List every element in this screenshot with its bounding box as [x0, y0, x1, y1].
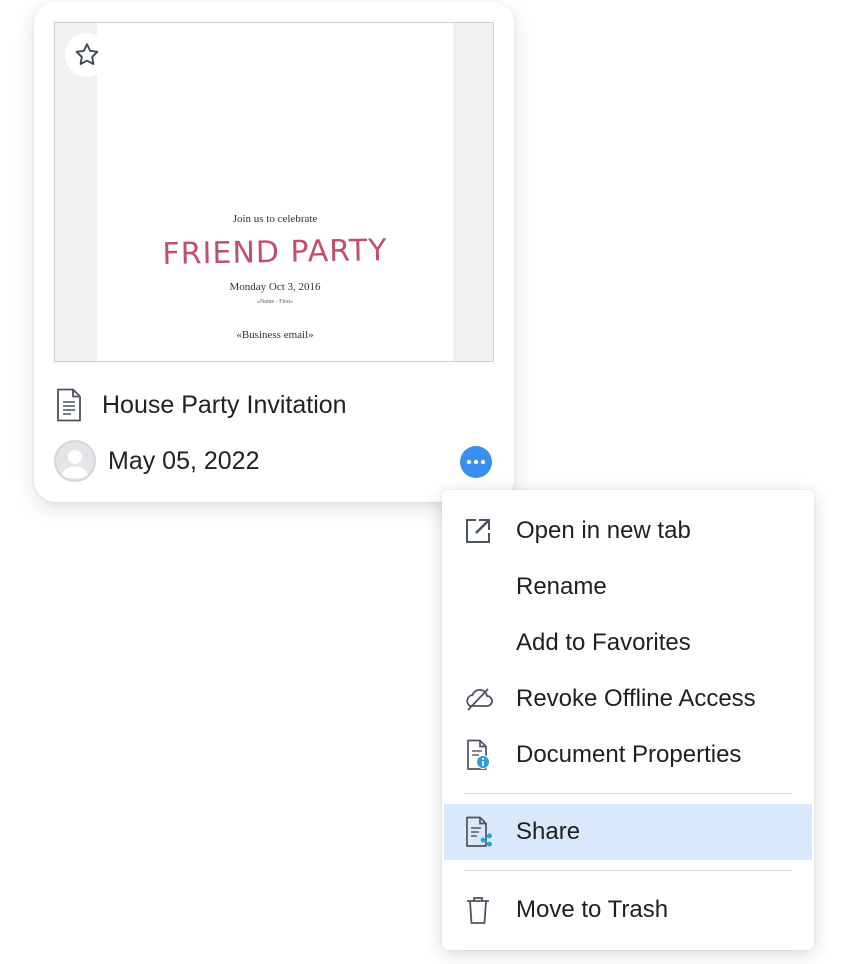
menu-divider	[464, 793, 792, 794]
modified-date: May 05, 2022	[108, 446, 260, 475]
context-menu: Open in new tab Rename Add to Favorites …	[442, 490, 814, 950]
avatar	[54, 440, 96, 482]
document-thumbnail[interactable]: Join us to celebrate FRIEND PARTY Monday…	[54, 22, 494, 362]
trash-icon	[462, 894, 494, 926]
menu-item-label: Add to Favorites	[516, 629, 691, 656]
menu-item-label: Document Properties	[516, 741, 742, 768]
document-icon	[57, 388, 81, 422]
invitation-name-field: «Name - First»	[256, 299, 294, 305]
menu-divider	[464, 870, 792, 871]
more-horizontal-icon	[466, 459, 486, 465]
document-title[interactable]: House Party Invitation	[102, 391, 347, 420]
cloud-off-icon	[462, 683, 494, 715]
menu-item-label: Open in new tab	[516, 517, 691, 544]
invitation-date-text: Monday Oct 3, 2016	[229, 281, 321, 293]
document-share-icon	[462, 816, 494, 848]
thumbnail-page: Join us to celebrate FRIEND PARTY Monday…	[97, 23, 453, 361]
document-meta-row: May 05, 2022	[54, 438, 492, 484]
menu-item-add-to-favorites[interactable]: Add to Favorites	[444, 615, 812, 671]
open-external-icon	[462, 515, 494, 547]
menu-item-label: Share	[516, 818, 581, 845]
document-info-icon	[462, 739, 494, 771]
star-outline-icon	[75, 43, 99, 66]
invitation-title-text: FRIEND PARTY	[162, 233, 388, 272]
menu-item-open-in-new-tab[interactable]: Open in new tab	[444, 503, 812, 559]
document-title-row: House Party Invitation	[54, 388, 347, 422]
menu-item-document-properties[interactable]: Document Properties	[444, 727, 812, 783]
document-card[interactable]: Join us to celebrate FRIEND PARTY Monday…	[34, 2, 514, 502]
menu-item-revoke-offline-access[interactable]: Revoke Offline Access	[444, 671, 812, 727]
menu-item-move-to-trash[interactable]: Move to Trash	[444, 882, 812, 938]
menu-item-label: Rename	[516, 573, 607, 600]
user-avatar-icon	[61, 450, 89, 478]
menu-item-label: Move to Trash	[516, 896, 669, 923]
menu-item-share[interactable]: Share	[444, 804, 812, 860]
more-options-button[interactable]	[460, 446, 492, 478]
favorite-button[interactable]	[65, 33, 109, 77]
invitation-intro-text: Join us to celebrate	[232, 213, 318, 225]
invitation-email-field: «Business email»	[236, 329, 314, 341]
menu-item-label: Revoke Offline Access	[516, 685, 756, 712]
menu-item-rename[interactable]: Rename	[444, 559, 812, 615]
